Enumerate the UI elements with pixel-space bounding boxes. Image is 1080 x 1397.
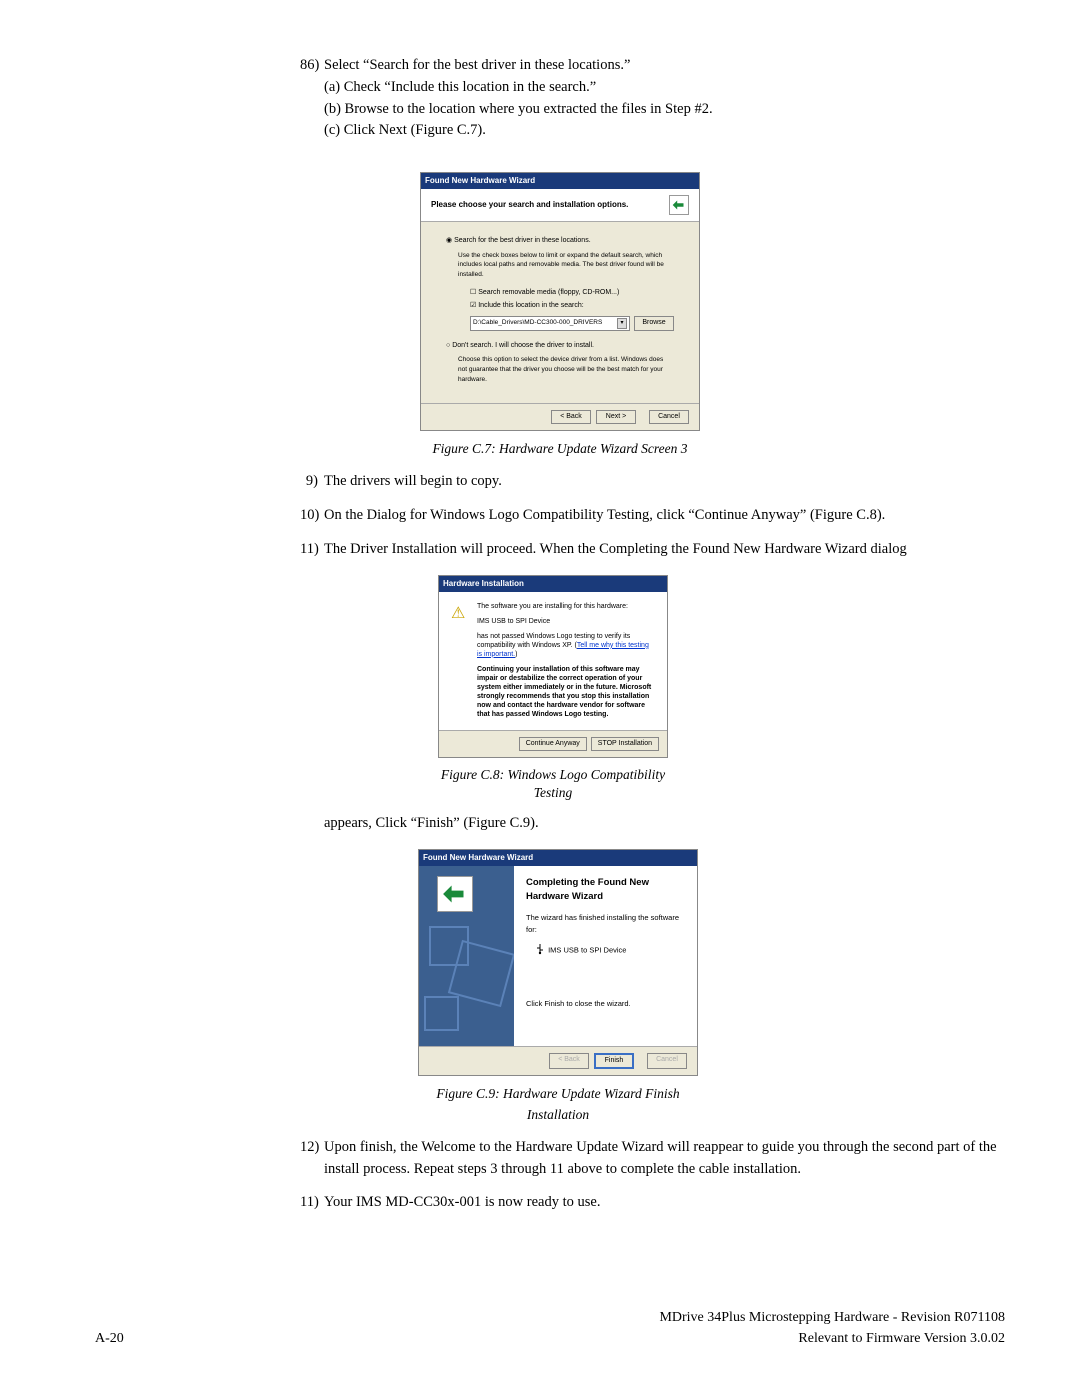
- step-number: 86): [300, 55, 324, 142]
- figure-c8-caption: Figure C.8: Windows Logo Compatibility T…: [438, 766, 668, 801]
- stop-installation-button[interactable]: STOP Installation: [591, 737, 659, 752]
- footer-right: MDrive 34Plus Microstepping Hardware - R…: [659, 1307, 1005, 1349]
- device-name: IMS USB to SPI Device: [548, 945, 626, 954]
- browse-button[interactable]: Browse: [634, 316, 674, 331]
- figure-c9-caption: Figure C.9: Hardware Update Wizard Finis…: [418, 1084, 698, 1125]
- dialog-text: The software you are installing for this…: [477, 602, 655, 720]
- cancel-button[interactable]: Cancel: [649, 410, 689, 425]
- wizard-icon: [437, 876, 473, 912]
- usb-icon: [534, 943, 546, 958]
- step-11-continuation: appears, Click “Finish” (Figure C.9).: [300, 813, 1005, 835]
- page-number: A-20: [95, 1328, 124, 1349]
- dialog-titlebar: Hardware Installation: [439, 576, 667, 592]
- page-footer: A-20 MDrive 34Plus Microstepping Hardwar…: [95, 1307, 1005, 1349]
- cancel-button: Cancel: [647, 1053, 687, 1070]
- figure-c7-caption: Figure C.7: Hardware Update Wizard Scree…: [420, 439, 700, 459]
- dialog-body: ⚠ The software you are installing for th…: [439, 592, 667, 730]
- step-text: The Driver Installation will proceed. Wh…: [324, 539, 1005, 561]
- step-86: 86) Select “Search for the best driver i…: [300, 55, 1005, 142]
- wizard-body: ◉ Search for the best driver in these lo…: [421, 222, 699, 403]
- check-removable[interactable]: ☐ Search removable media (floppy, CD-ROM…: [446, 288, 674, 299]
- warning-bold: Continuing your installation of this sof…: [477, 665, 655, 720]
- radio-dont-search[interactable]: ○ Don't search. I will choose the driver…: [446, 341, 674, 352]
- hint-1: Use the check boxes below to limit or ex…: [446, 251, 674, 280]
- hardware-install-dialog: Hardware Installation ⚠ The software you…: [438, 575, 668, 759]
- finish-button[interactable]: Finish: [594, 1053, 634, 1070]
- wizard-complete-content: Completing the Found New Hardware Wizard…: [419, 866, 697, 1046]
- path-input[interactable]: D:\Cable_Drivers\MD-CC300-000_DRIVERS ▾: [470, 316, 630, 331]
- chevron-down-icon[interactable]: ▾: [617, 318, 627, 329]
- step-number: 11): [300, 539, 324, 561]
- back-button: < Back: [549, 1053, 589, 1070]
- back-button[interactable]: < Back: [551, 410, 591, 425]
- wizard-buttons: < Back Finish Cancel: [419, 1046, 697, 1076]
- continue-anyway-button[interactable]: Continue Anyway: [519, 737, 587, 752]
- step-number: 12): [300, 1137, 324, 1181]
- step-text: Upon finish, the Welcome to the Hardware…: [324, 1137, 1005, 1181]
- wizard-sidebar-image: [419, 866, 514, 1046]
- step-12: 12) Upon finish, the Welcome to the Hard…: [300, 1137, 1005, 1181]
- figure-c8: Hardware Installation ⚠ The software you…: [438, 575, 668, 802]
- step-text: On the Dialog for Windows Logo Compatibi…: [324, 505, 1005, 527]
- step-text: The drivers will begin to copy.: [324, 471, 1005, 493]
- figure-c7: Found New Hardware Wizard Please choose …: [420, 172, 700, 459]
- wizard-banner-text: Please choose your search and installati…: [431, 199, 628, 211]
- dialog-buttons: Continue Anyway STOP Installation: [439, 730, 667, 758]
- substep-b: (b) Browse to the location where you ext…: [324, 99, 1005, 121]
- step-10: 10) On the Dialog for Windows Logo Compa…: [300, 505, 1005, 527]
- device-name: IMS USB to SPI Device: [477, 617, 655, 626]
- step-text: Your IMS MD-CC30x-001 is now ready to us…: [324, 1192, 1005, 1214]
- step-number: 10): [300, 505, 324, 527]
- wizard-buttons: < Back Next > Cancel: [421, 403, 699, 431]
- step-9: 9) The drivers will begin to copy.: [300, 471, 1005, 493]
- wizard-titlebar: Found New Hardware Wizard: [419, 850, 697, 866]
- wizard-icon: [669, 195, 689, 215]
- complete-line2: Click Finish to close the wizard.: [526, 998, 685, 1009]
- step-text: Select “Search for the best driver in th…: [324, 55, 1005, 77]
- next-button[interactable]: Next >: [596, 410, 636, 425]
- wizard-banner: Please choose your search and installati…: [421, 189, 699, 222]
- step-11a: 11) The Driver Installation will proceed…: [300, 539, 1005, 561]
- check-include-location[interactable]: ☑ Include this location in the search:: [446, 301, 674, 312]
- radio-search[interactable]: ◉ Search for the best driver in these lo…: [446, 236, 674, 247]
- complete-line1: The wizard has finished installing the s…: [526, 912, 685, 935]
- warning-icon: ⚠: [451, 602, 469, 620]
- figure-c9: Found New Hardware Wizard Completing the…: [418, 849, 698, 1125]
- step-number: 9): [300, 471, 324, 493]
- substep-a: (a) Check “Include this location in the …: [324, 77, 1005, 99]
- step-11b: 11) Your IMS MD-CC30x-001 is now ready t…: [300, 1192, 1005, 1214]
- substep-c: (c) Click Next (Figure C.7).: [324, 120, 1005, 142]
- wizard-complete-dialog: Found New Hardware Wizard Completing the…: [418, 849, 698, 1077]
- complete-heading: Completing the Found New Hardware Wizard: [526, 876, 685, 905]
- wizard-complete-body: Completing the Found New Hardware Wizard…: [514, 866, 697, 1046]
- step-number: 11): [300, 1192, 324, 1214]
- wizard-titlebar: Found New Hardware Wizard: [421, 173, 699, 189]
- hint-2: Choose this option to select the device …: [446, 355, 674, 384]
- wizard-dialog: Found New Hardware Wizard Please choose …: [420, 172, 700, 431]
